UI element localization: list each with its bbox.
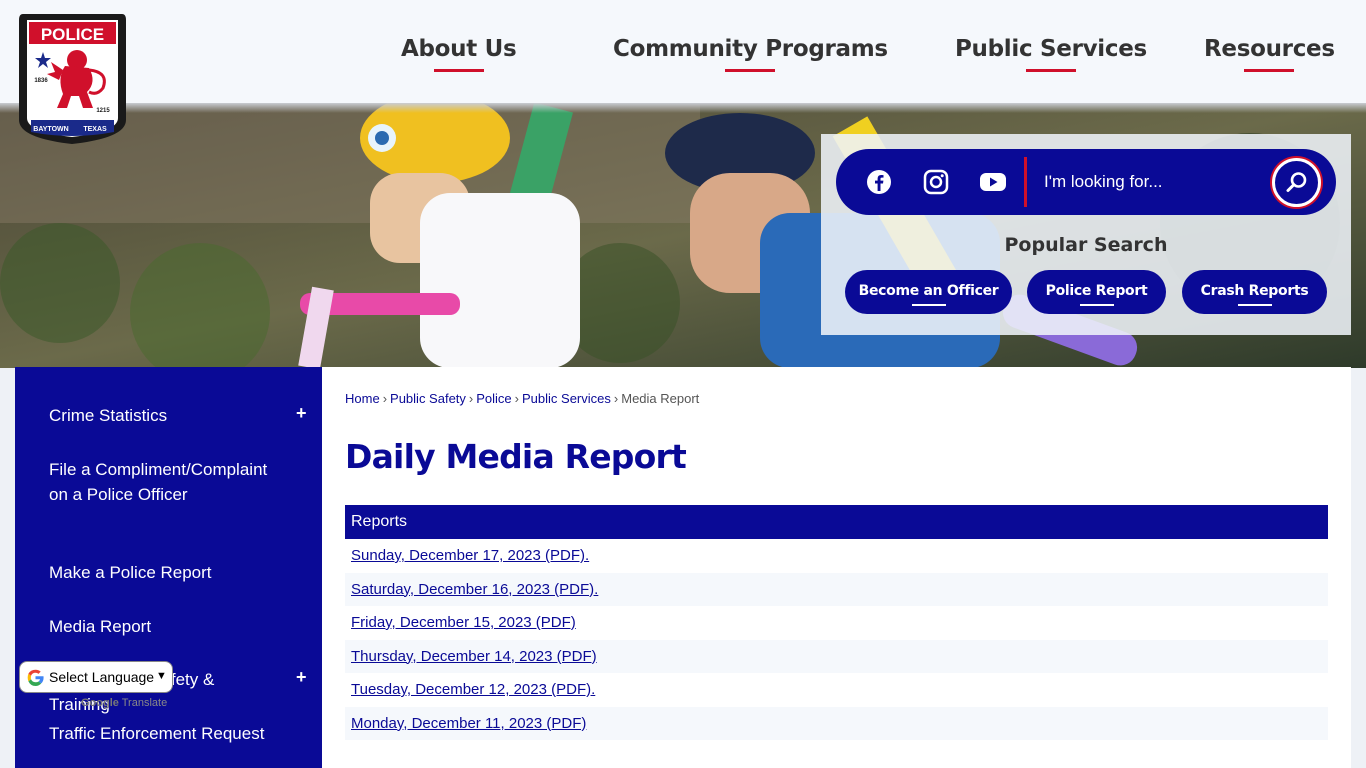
table-row: Tuesday, December 12, 2023 (PDF). bbox=[345, 673, 1328, 707]
google-g-icon bbox=[27, 669, 44, 687]
report-link[interactable]: Monday, December 11, 2023 (PDF) bbox=[351, 715, 586, 732]
youtube-icon[interactable] bbox=[979, 169, 1007, 195]
powered-by-google-translate[interactable]: Google Translate bbox=[81, 697, 167, 709]
table-header: Reports bbox=[345, 505, 1328, 539]
facebook-icon[interactable] bbox=[866, 169, 892, 195]
nav-label: About Us bbox=[401, 36, 517, 62]
table-row: Saturday, December 16, 2023 (PDF). bbox=[345, 572, 1328, 606]
search-bar bbox=[836, 149, 1336, 215]
chevron-down-icon: ▼ bbox=[156, 670, 167, 682]
nav-label: Public Services bbox=[955, 36, 1147, 62]
sidebar-item-crime-statistics[interactable]: Crime Statistics bbox=[49, 403, 279, 428]
logo-top-text: POLICE bbox=[41, 25, 104, 44]
google-wordmark: Google bbox=[81, 697, 119, 709]
search-icon bbox=[1286, 172, 1307, 192]
expand-plus-icon[interactable]: + bbox=[296, 403, 307, 424]
language-select[interactable]: Select Language ▼ bbox=[19, 661, 173, 693]
nav-resources[interactable]: Resources bbox=[1204, 36, 1335, 72]
sidebar-item-file-compliment-complaint[interactable]: File a Compliment/Complaint on a Police … bbox=[49, 457, 279, 507]
nav-community-programs[interactable]: Community Programs bbox=[613, 36, 888, 72]
nav-underline bbox=[433, 69, 484, 72]
breadcrumb-separator: › bbox=[468, 391, 474, 406]
reports-table: Reports Sunday, December 17, 2023 (PDF).… bbox=[345, 505, 1328, 740]
table-row: Monday, December 11, 2023 (PDF) bbox=[345, 706, 1328, 740]
sidebar-nav: Crime Statistics + File a Compliment/Com… bbox=[15, 367, 322, 768]
breadcrumb-separator: › bbox=[613, 391, 619, 406]
report-link[interactable]: Sunday, December 17, 2023 (PDF). bbox=[351, 547, 589, 564]
breadcrumb-separator: › bbox=[514, 391, 520, 406]
search-button[interactable] bbox=[1272, 158, 1321, 207]
nav-underline bbox=[1025, 69, 1076, 72]
report-link[interactable]: Saturday, December 16, 2023 (PDF). bbox=[351, 581, 598, 598]
popular-button-underline bbox=[911, 304, 946, 306]
breadcrumb-separator: › bbox=[382, 391, 388, 406]
nav-underline bbox=[725, 69, 776, 72]
logo-bottom-right: TEXAS bbox=[83, 126, 107, 133]
nav-about-us[interactable]: About Us bbox=[401, 36, 517, 72]
search-panel: Popular Search Become an Officer Police … bbox=[821, 134, 1351, 335]
instagram-icon[interactable] bbox=[923, 169, 949, 195]
logo-year-left: 1836 bbox=[34, 78, 48, 84]
page-title: Daily Media Report bbox=[345, 437, 687, 476]
breadcrumb-home[interactable]: Home bbox=[345, 391, 380, 406]
popular-crash-reports-button[interactable]: Crash Reports bbox=[1182, 270, 1327, 314]
nav-label: Resources bbox=[1204, 36, 1335, 62]
police-badge-logo[interactable]: POLICE 1836 1215 BAYTOWN TEXAS bbox=[17, 8, 128, 146]
logo-bottom-left: BAYTOWN bbox=[33, 126, 68, 133]
breadcrumb-public-safety[interactable]: Public Safety bbox=[390, 391, 466, 406]
breadcrumb-public-services[interactable]: Public Services bbox=[522, 391, 611, 406]
popular-become-officer-button[interactable]: Become an Officer bbox=[845, 270, 1012, 314]
nav-underline bbox=[1244, 69, 1295, 72]
report-link[interactable]: Friday, December 15, 2023 (PDF) bbox=[351, 614, 576, 631]
nav-public-services[interactable]: Public Services bbox=[955, 36, 1147, 72]
table-row: Sunday, December 17, 2023 (PDF). bbox=[345, 539, 1328, 573]
popular-police-report-button[interactable]: Police Report bbox=[1027, 270, 1166, 314]
popular-button-underline bbox=[1237, 304, 1272, 306]
popular-button-label: Crash Reports bbox=[1200, 283, 1309, 299]
popular-button-label: Police Report bbox=[1045, 283, 1148, 299]
report-link[interactable]: Thursday, December 14, 2023 (PDF) bbox=[351, 648, 597, 665]
table-row: Thursday, December 14, 2023 (PDF) bbox=[345, 639, 1328, 673]
search-input[interactable] bbox=[1044, 167, 1264, 197]
search-divider bbox=[1024, 157, 1027, 207]
logo-year-right: 1215 bbox=[96, 108, 110, 114]
sidebar-item-make-police-report[interactable]: Make a Police Report bbox=[49, 560, 279, 585]
sidebar-item-media-report[interactable]: Media Report bbox=[49, 614, 279, 639]
main-content: Home › Public Safety › Police › Public Service… bbox=[322, 367, 1351, 768]
report-link[interactable]: Tuesday, December 12, 2023 (PDF). bbox=[351, 681, 595, 698]
popular-button-label: Become an Officer bbox=[858, 283, 999, 299]
header-shadow bbox=[0, 103, 1366, 113]
table-row: Friday, December 15, 2023 (PDF) bbox=[345, 606, 1328, 640]
breadcrumb-police[interactable]: Police bbox=[476, 391, 511, 406]
breadcrumb: Home › Public Safety › Police › Public Service… bbox=[345, 391, 699, 406]
translate-label: Translate bbox=[121, 697, 168, 709]
language-select-label: Select Language bbox=[49, 669, 155, 685]
breadcrumb-current: Media Report bbox=[621, 391, 700, 406]
popular-button-underline bbox=[1079, 304, 1114, 306]
sidebar-item-traffic-enforcement-request[interactable]: Traffic Enforcement Request bbox=[49, 721, 279, 746]
popular-search-title: Popular Search bbox=[1004, 234, 1168, 256]
expand-plus-icon[interactable]: + bbox=[296, 667, 307, 688]
nav-label: Community Programs bbox=[613, 36, 888, 62]
